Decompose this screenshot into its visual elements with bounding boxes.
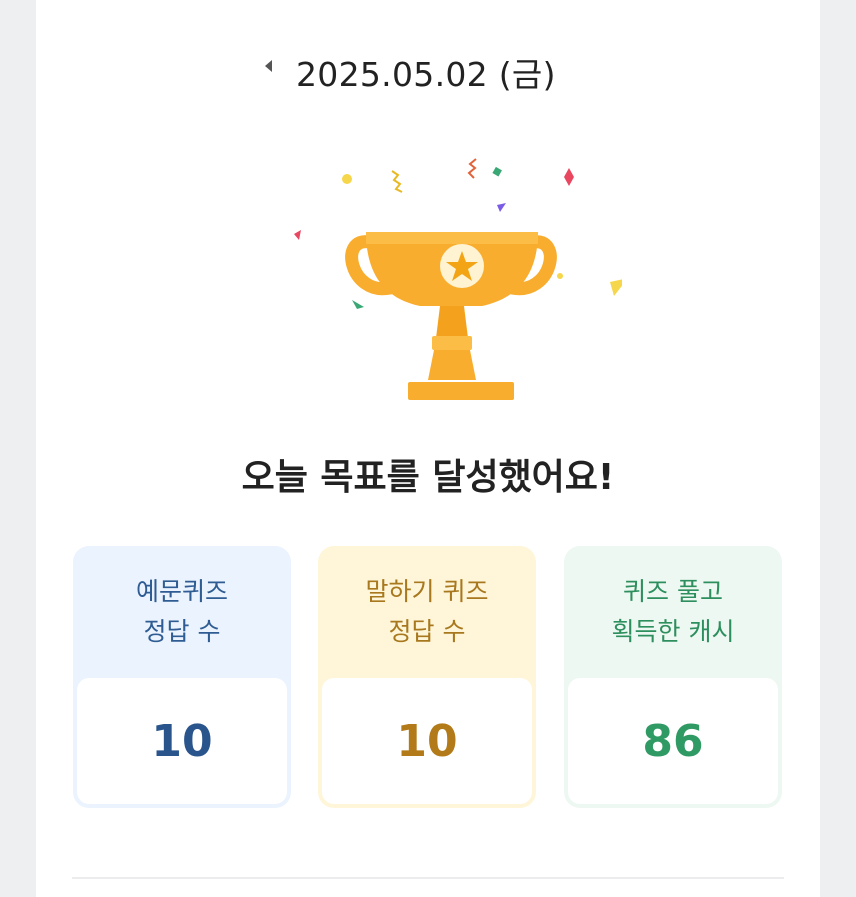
confetti-piece (352, 300, 364, 309)
goal-achieved-title: 오늘 목표를 달성했어요! (241, 457, 615, 498)
stat-card-cash-earned: 퀴즈 풀고 획득한 캐시 86 (564, 546, 782, 808)
confetti-piece (610, 278, 628, 296)
date-navigator: 2025.05.02 (금) (36, 44, 820, 94)
confetti-piece (294, 230, 301, 240)
prev-day-button[interactable] (258, 56, 278, 76)
confetti-streamer (391, 170, 403, 193)
confetti-piece (492, 166, 502, 177)
divider (72, 877, 784, 879)
confetti-streamer (467, 158, 477, 179)
stat-card-speaking-quiz: 말하기 퀴즈 정답 수 10 (318, 546, 536, 808)
trophy-neck (428, 350, 476, 380)
result-card: 2025.05.02 (금) 오늘 목표를 달성했어요! 예문퀴즈 정답 수 1… (36, 0, 820, 897)
trophy-collar (432, 336, 472, 350)
trophy-rim (366, 232, 538, 244)
confetti-dot (342, 174, 352, 184)
trophy-icon (294, 158, 628, 400)
stat-value: 86 (568, 678, 778, 804)
confetti-piece (564, 168, 574, 186)
stat-label-line: 획득한 캐시 (611, 617, 735, 646)
stat-label: 예문퀴즈 정답 수 (73, 546, 291, 678)
caret-left-icon (264, 60, 272, 72)
trophy-stem (436, 306, 468, 338)
stat-label-line: 퀴즈 풀고 (623, 577, 723, 606)
stat-label: 말하기 퀴즈 정답 수 (318, 546, 536, 678)
stat-value: 10 (322, 678, 532, 804)
stat-label-line: 정답 수 (143, 617, 221, 646)
stat-value: 10 (77, 678, 287, 804)
date-label: 2025.05.02 (금) (296, 55, 556, 94)
stat-label: 퀴즈 풀고 획득한 캐시 (564, 546, 782, 678)
stat-label-line: 예문퀴즈 (135, 577, 228, 606)
trophy-base (408, 382, 514, 400)
trophy-illustration (242, 150, 628, 410)
stat-label-line: 말하기 퀴즈 (365, 577, 489, 606)
stat-label-line: 정답 수 (388, 617, 466, 646)
confetti-piece (497, 203, 506, 212)
confetti-dot (557, 273, 563, 279)
stat-card-example-quiz: 예문퀴즈 정답 수 10 (73, 546, 291, 808)
